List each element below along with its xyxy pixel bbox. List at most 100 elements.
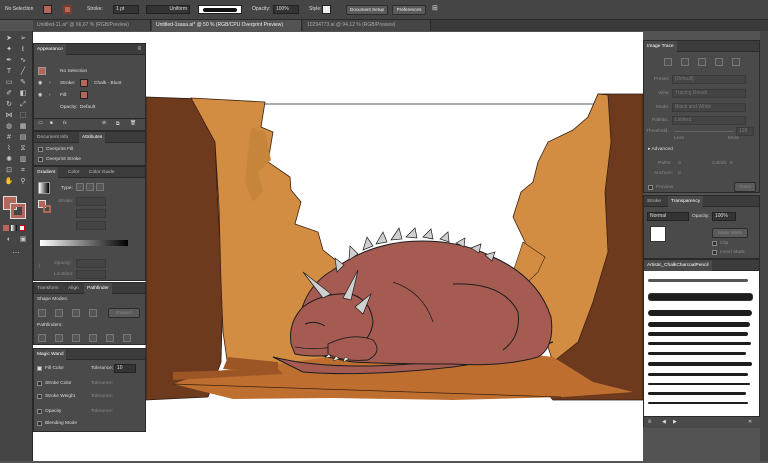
curvature-tool-icon[interactable]: ∿ <box>17 56 29 66</box>
shaper-tool-icon[interactable]: ✐ <box>3 89 15 99</box>
expand-fill-icon[interactable]: › <box>49 93 51 98</box>
eye-icon[interactable]: ◉ <box>38 81 42 86</box>
blend-mode-select[interactable]: Normal <box>647 212 689 221</box>
none-mode-icon[interactable] <box>19 225 25 231</box>
brush-stroke-2[interactable] <box>648 293 753 301</box>
previous-library-icon[interactable]: ◀ <box>662 420 666 425</box>
gradient-tool-icon[interactable]: ▤ <box>17 133 29 143</box>
brush-stroke-4[interactable] <box>648 322 750 327</box>
delete-item-icon[interactable]: 🗑 <box>130 121 136 126</box>
direct-selection-tool-icon[interactable]: ➢ <box>17 34 29 44</box>
stroke-swatch[interactable] <box>63 5 72 14</box>
shape-builder-tool-icon[interactable]: ◍ <box>3 122 15 132</box>
gradient-mode-icon[interactable] <box>11 225 17 231</box>
tab-brush-library[interactable]: Artistic_ChalkCharcoalPencil <box>644 260 712 271</box>
mesh-tool-icon[interactable]: # <box>3 133 15 143</box>
tools-stroke-swatch[interactable] <box>10 203 26 219</box>
slice-tool-icon[interactable]: ⌗ <box>17 166 29 176</box>
selection-tool-icon[interactable]: ➤ <box>3 34 15 44</box>
blending-mode-checkbox[interactable] <box>37 421 42 426</box>
exclude-icon[interactable] <box>89 309 97 317</box>
line-tool-icon[interactable]: ╱ <box>17 67 29 77</box>
tab-align[interactable]: Align <box>65 283 82 294</box>
screen-mode-icon[interactable]: ▣ <box>17 235 29 245</box>
gradient-stroke-swatch[interactable] <box>43 205 51 213</box>
advanced-disclosure[interactable]: ▸ Advanced <box>648 147 673 152</box>
stroke-color-checkbox[interactable] <box>37 381 42 386</box>
artboard-tool-icon[interactable]: ⊡ <box>3 166 15 176</box>
clip-checkbox[interactable] <box>712 241 717 246</box>
edit-toolbar-icon[interactable]: ⋯ <box>10 249 22 259</box>
tab-magic-wand[interactable]: Magic Wand <box>34 349 67 360</box>
fill-swatch[interactable] <box>43 5 52 14</box>
eraser-tool-icon[interactable]: ◧ <box>17 89 29 99</box>
brush-stroke-11[interactable] <box>648 392 746 395</box>
brush-stroke-5[interactable] <box>648 332 748 336</box>
add-stroke-icon[interactable]: ▭ <box>38 121 43 126</box>
type-tool-icon[interactable]: T <box>3 67 15 77</box>
preview-checkbox[interactable] <box>648 185 653 190</box>
magic-wand-tool-icon[interactable]: ✦ <box>3 45 15 55</box>
eyedropper-tool-icon[interactable]: ⌇ <box>3 144 15 154</box>
eyedropper-icon[interactable]: ⌇ <box>38 263 41 270</box>
graph-tool-icon[interactable]: ▥ <box>17 155 29 165</box>
brush-stroke-8[interactable] <box>648 362 752 366</box>
mode-select[interactable]: Black and White <box>672 103 746 112</box>
palette-select[interactable]: Limited <box>672 116 746 125</box>
stroke-weight-checkbox[interactable] <box>37 394 42 399</box>
tab-image-trace[interactable]: Image Trace <box>644 41 677 52</box>
tab-attributes[interactable]: Attributes <box>79 132 106 143</box>
free-transform-tool-icon[interactable]: ⬚ <box>17 111 29 121</box>
blend-tool-icon[interactable]: ⧖ <box>17 144 29 154</box>
minus-back-icon[interactable] <box>123 334 131 342</box>
preset-select[interactable]: [Default] <box>672 75 746 84</box>
grayscale-icon[interactable] <box>715 58 723 66</box>
stroke-brush-name[interactable]: Chalk - Blunt <box>94 81 121 86</box>
gradient-slider[interactable] <box>40 240 128 246</box>
gradient-aspect-field[interactable] <box>76 209 106 218</box>
crop-icon[interactable] <box>89 334 97 342</box>
fill-color-chip[interactable] <box>80 91 88 99</box>
brush-stroke-6[interactable] <box>648 342 751 345</box>
rectangle-tool-icon[interactable]: ▭ <box>3 78 15 88</box>
tab-color-guide[interactable]: Color Guide <box>86 167 118 178</box>
tab-untitled-1sasa[interactable]: Untitled-1sasa.ai* @ 50 % (RGB/CPU Overp… <box>152 20 302 31</box>
trace-button[interactable]: Trace <box>734 182 756 192</box>
add-fill-icon[interactable]: ■ <box>50 121 53 126</box>
brush-stroke-9[interactable] <box>648 373 748 376</box>
overprint-stroke-checkbox[interactable] <box>38 157 43 162</box>
variable-width-profile[interactable]: Uniform <box>146 5 190 14</box>
fx-button[interactable]: fx <box>63 121 67 126</box>
gradient-thumbnail[interactable] <box>38 182 50 194</box>
scale-tool-icon[interactable]: ⤢ <box>17 100 29 110</box>
opacity-value[interactable]: Default <box>80 105 95 110</box>
invert-mask-checkbox[interactable] <box>712 250 717 255</box>
fill-tolerance-field[interactable]: 10 <box>114 364 136 373</box>
brush-stroke-12[interactable] <box>648 402 748 404</box>
tab-stroke[interactable]: Stroke <box>644 196 664 207</box>
make-mask-button[interactable]: Make Mask <box>712 228 748 238</box>
brush-stroke-3[interactable] <box>648 310 752 316</box>
eye-icon[interactable]: ◉ <box>38 93 42 98</box>
brush-stroke-7[interactable] <box>648 352 746 355</box>
draw-mode-icon[interactable]: ◐ <box>3 235 15 245</box>
intersect-icon[interactable] <box>72 309 80 317</box>
unite-icon[interactable] <box>38 309 46 317</box>
panel-menu-icon[interactable]: ≡ <box>137 46 141 52</box>
width-tool-icon[interactable]: ⋈ <box>3 111 15 121</box>
tab-pathfinder[interactable]: Pathfinder <box>84 283 112 294</box>
gradient-extra-field[interactable] <box>76 221 106 230</box>
threshold-slider[interactable] <box>674 131 734 132</box>
overprint-fill-checkbox[interactable] <box>38 147 43 152</box>
view-select[interactable]: Tracing Result <box>672 89 746 98</box>
divide-icon[interactable] <box>38 334 46 342</box>
appearance-tab[interactable]: Appearance <box>34 44 66 55</box>
freeform-gradient-icon[interactable] <box>96 183 104 191</box>
opacity-field[interactable]: 100% <box>273 5 299 14</box>
black-white-icon[interactable] <box>732 58 740 66</box>
perspective-grid-tool-icon[interactable]: ▦ <box>17 122 29 132</box>
tab-untitled-11[interactable]: Untitled-11.ai* @ 66,67 % (RGB/Preview) <box>33 20 151 31</box>
pen-tool-icon[interactable]: ✒ <box>3 56 15 66</box>
next-library-icon[interactable]: ▶ <box>673 420 677 425</box>
zoom-tool-icon[interactable]: ⚲ <box>17 177 29 187</box>
